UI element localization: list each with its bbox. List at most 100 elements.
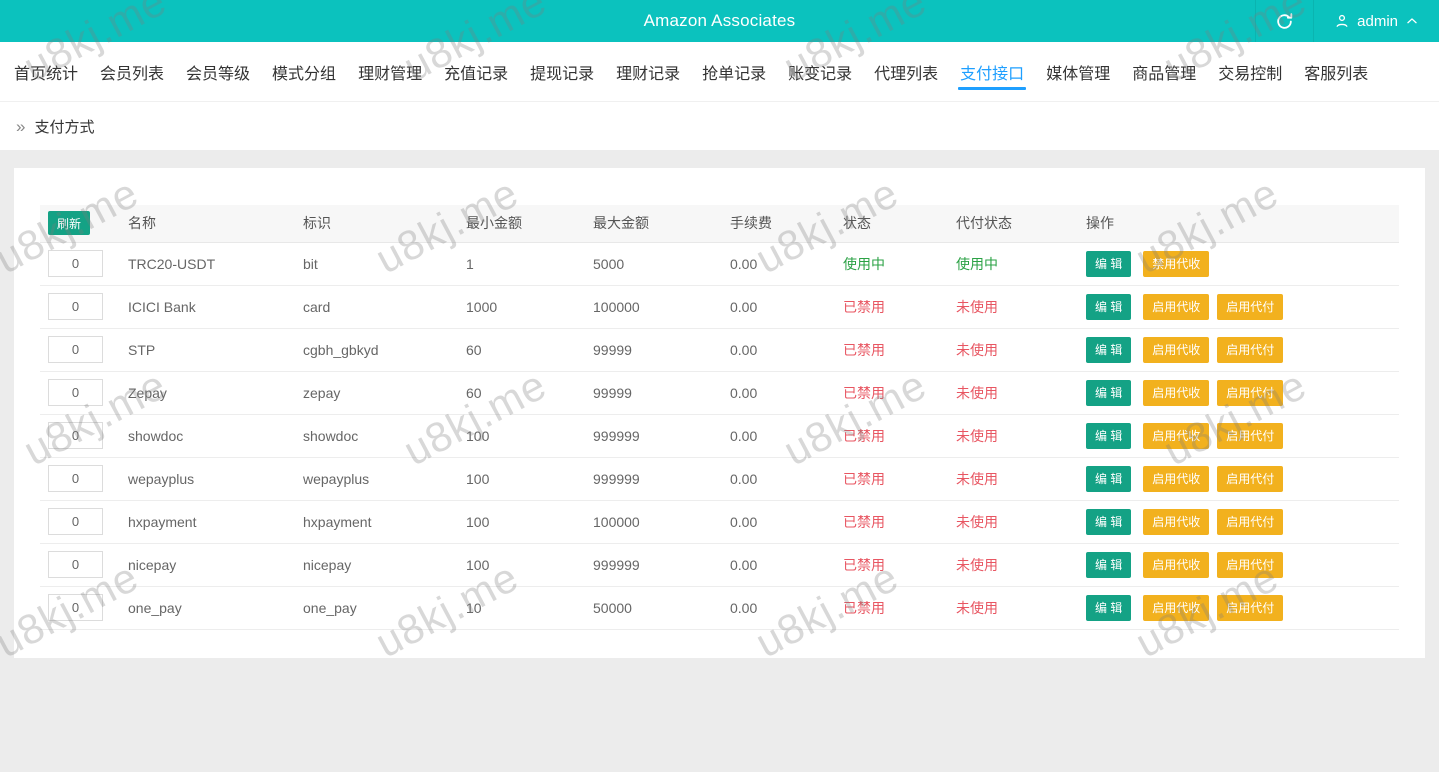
sort-order-input[interactable] [48,336,103,363]
payment-code: zepay [295,371,458,415]
column-header-max-amount: 最大金额 [593,215,649,232]
edit-button[interactable]: 编 辑 [1086,551,1132,578]
user-menu[interactable]: admin [1313,0,1439,42]
page-body: 刷新 名称 标识 最小金额 最大金额 手续费 状态 代付状态 操作 TRC20-… [0,150,1439,658]
refresh-page-button[interactable] [1255,0,1313,42]
table-header-row: 刷新 名称 标识 最小金额 最大金额 手续费 状态 代付状态 操作 [40,205,1399,242]
edit-button[interactable]: 编 辑 [1086,422,1132,449]
nav-tab[interactable]: 代理列表 [863,42,949,101]
fee-value: 0.00 [722,500,835,544]
status-text: 使用中 [843,255,885,272]
nav-tab[interactable]: 媒体管理 [1035,42,1121,101]
payment-code: showdoc [295,414,458,458]
top-header-bar: Amazon Associates admin [0,0,1439,42]
payout-status-text: 未使用 [956,341,998,358]
content-card: 刷新 名称 标识 最小金额 最大金额 手续费 状态 代付状态 操作 TRC20-… [14,168,1425,658]
toggle-button[interactable]: 禁用代收 [1143,250,1210,277]
edit-button[interactable]: 编 辑 [1086,508,1132,535]
username: admin [1357,12,1398,30]
column-header-payout-status: 代付状态 [956,215,1012,232]
refresh-table-button[interactable]: 刷新 [48,211,91,236]
nav-tab[interactable]: 抢单记录 [691,42,777,101]
min-amount-value: 100 [458,457,585,501]
min-amount-value: 100 [458,543,585,587]
toggle-button[interactable]: 启用代付 [1217,551,1284,578]
toggle-button[interactable]: 启用代收 [1143,594,1210,621]
edit-button[interactable]: 编 辑 [1086,336,1132,363]
sort-order-input[interactable] [48,594,103,621]
payout-status-text: 未使用 [956,470,998,487]
nav-tab[interactable]: 商品管理 [1121,42,1207,101]
toggle-button[interactable]: 启用代付 [1217,422,1284,449]
main-nav: 首页统计 会员列表 会员等级 模式分组 理财管理 充值记录 提现记录 理财记录 抢单记录 账变记录… [0,42,1439,102]
actions-cell: 编 辑 启用代收 启用代付 [1078,328,1399,372]
refresh-icon [1275,12,1294,31]
toggle-button[interactable]: 启用代收 [1143,293,1210,320]
status-text: 已禁用 [843,427,885,444]
max-amount-value: 5000 [585,242,722,286]
nav-tab[interactable]: 理财记录 [605,42,691,101]
payment-name: Zepay [120,371,295,415]
payment-code: wepayplus [295,457,458,501]
edit-button[interactable]: 编 辑 [1086,594,1132,621]
actions-cell: 编 辑 启用代收 启用代付 [1078,371,1399,415]
toggle-button[interactable]: 启用代收 [1143,422,1210,449]
edit-button[interactable]: 编 辑 [1086,379,1132,406]
min-amount-value: 100 [458,414,585,458]
sort-order-input[interactable] [48,422,103,449]
sort-order-input[interactable] [48,293,103,320]
sort-order-input[interactable] [48,551,103,578]
table-row: nicepay nicepay 100 999999 0.00 已禁用 未使用 … [40,543,1399,587]
toggle-button[interactable]: 启用代收 [1143,336,1210,363]
breadcrumb: » 支付方式 [0,102,1439,150]
toggle-button[interactable]: 启用代付 [1217,379,1284,406]
nav-tab[interactable]: 充值记录 [433,42,519,101]
max-amount-value: 99999 [585,371,722,415]
toggle-button[interactable]: 启用代收 [1143,379,1210,406]
nav-tab[interactable]: 账变记录 [777,42,863,101]
nav-tab[interactable]: 会员等级 [175,42,261,101]
toggle-button[interactable]: 启用代收 [1143,551,1210,578]
max-amount-value: 99999 [585,328,722,372]
toggle-button[interactable]: 启用代付 [1217,594,1284,621]
edit-button[interactable]: 编 辑 [1086,465,1132,492]
payment-code: hxpayment [295,500,458,544]
status-text: 已禁用 [843,556,885,573]
table-row: Zepay zepay 60 99999 0.00 已禁用 未使用 编 辑 启用… [40,371,1399,415]
toggle-button[interactable]: 启用代收 [1143,508,1210,535]
nav-tab[interactable]: 模式分组 [261,42,347,101]
column-header-status: 状态 [843,215,871,232]
payout-status-text: 使用中 [956,255,998,272]
toggle-button[interactable]: 启用代付 [1217,293,1284,320]
payment-code: card [295,285,458,329]
nav-tab[interactable]: 理财管理 [347,42,433,101]
fee-value: 0.00 [722,328,835,372]
payment-name: ICICI Bank [120,285,295,329]
toggle-button[interactable]: 启用代付 [1217,465,1284,492]
sort-order-input[interactable] [48,508,103,535]
payment-name: showdoc [120,414,295,458]
fee-value: 0.00 [722,414,835,458]
nav-tab[interactable]: 交易控制 [1207,42,1293,101]
toggle-button[interactable]: 启用代付 [1217,508,1284,535]
payment-methods-table: 刷新 名称 标识 最小金额 最大金额 手续费 状态 代付状态 操作 TRC20-… [40,205,1399,630]
sort-order-input[interactable] [48,379,103,406]
edit-button[interactable]: 编 辑 [1086,293,1132,320]
toggle-button[interactable]: 启用代收 [1143,465,1210,492]
toggle-button[interactable]: 启用代付 [1217,336,1284,363]
breadcrumb-arrows-icon: » [16,116,26,136]
sort-order-input[interactable] [48,250,103,277]
nav-tab[interactable]: 客服列表 [1293,42,1379,101]
status-text: 已禁用 [843,298,885,315]
table-row: TRC20-USDT bit 1 5000 0.00 使用中 使用中 编 辑 禁… [40,242,1399,286]
nav-tab[interactable]: 首页统计 [3,42,89,101]
nav-tab[interactable]: 提现记录 [519,42,605,101]
nav-tab[interactable]: 会员列表 [89,42,175,101]
payout-status-text: 未使用 [956,298,998,315]
sort-order-input[interactable] [48,465,103,492]
chevron-up-icon [1405,14,1419,28]
nav-tab[interactable]: 支付接口 [949,42,1035,101]
edit-button[interactable]: 编 辑 [1086,250,1132,277]
status-text: 已禁用 [843,513,885,530]
actions-cell: 编 辑 启用代收 启用代付 [1078,285,1399,329]
